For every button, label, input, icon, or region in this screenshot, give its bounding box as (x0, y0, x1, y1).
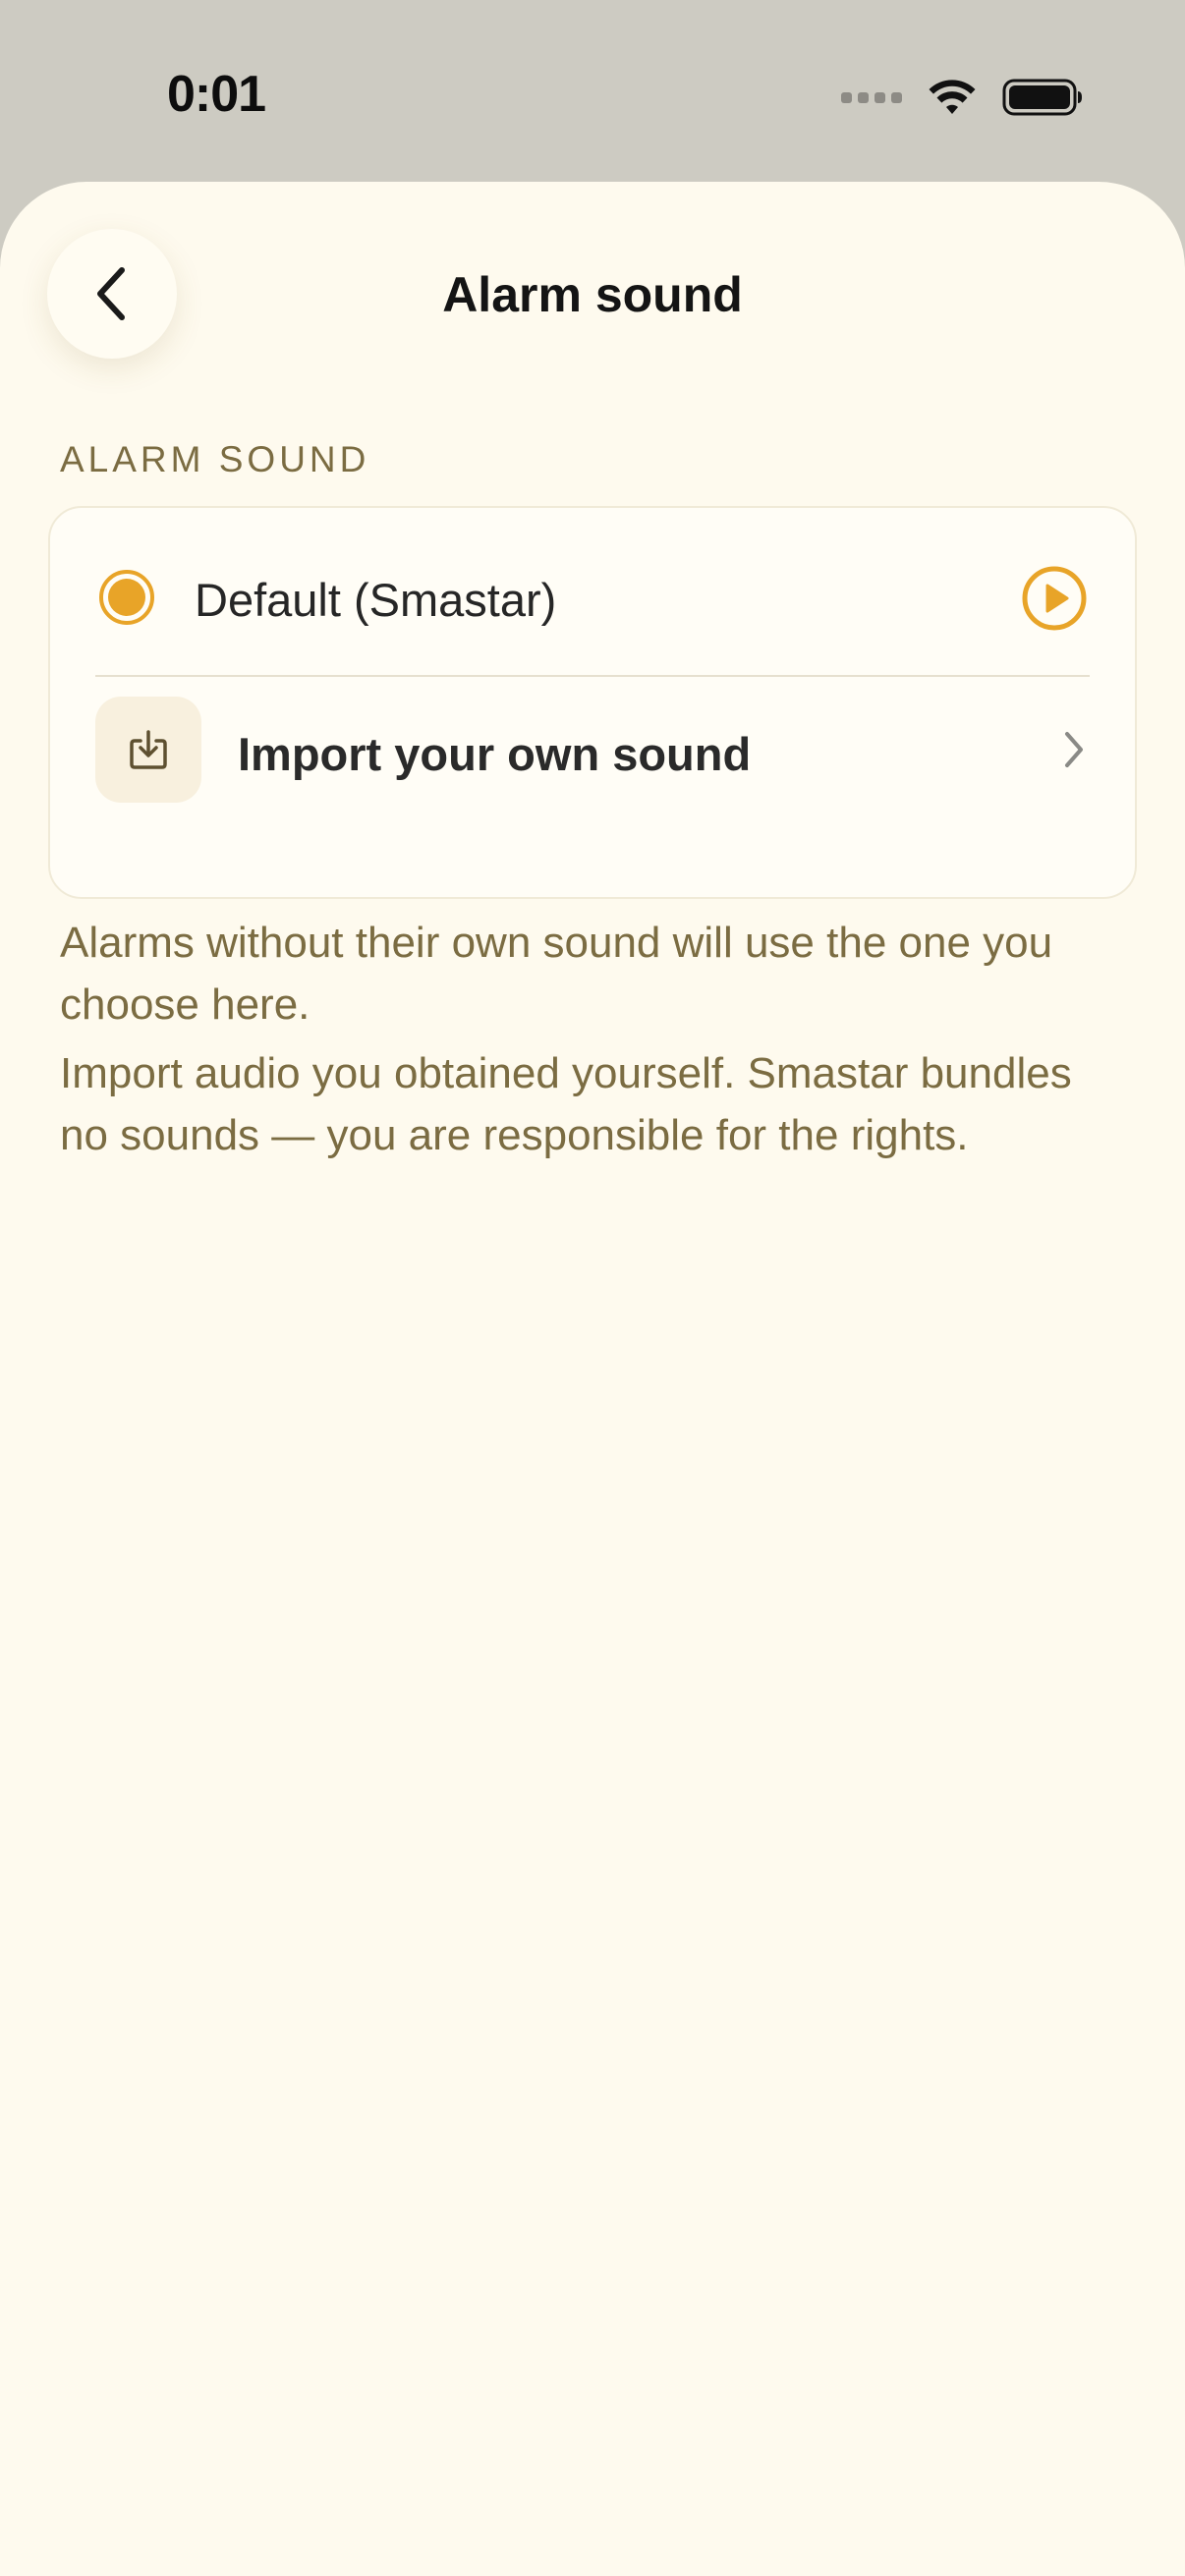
rights-footnote: Import audio you obtained yourself. Smas… (60, 1049, 1072, 1159)
default-sound-option[interactable]: Default (Smastar) (50, 508, 1135, 677)
import-sound-label: Import your own sound (238, 728, 752, 780)
import-download-icon (130, 730, 167, 769)
default-sound-label: Default (Smastar) (195, 574, 557, 626)
wifi-icon (929, 80, 976, 114)
import-sound-row[interactable]: Import your own sound (50, 679, 1135, 846)
play-preview-button[interactable] (1021, 565, 1088, 632)
row-divider (95, 675, 1090, 677)
play-circle-icon (1022, 566, 1087, 631)
sound-options-card: Default (Smastar) Import your own sound (48, 506, 1137, 899)
chevron-right-icon (1054, 730, 1094, 769)
radio-selected-icon[interactable] (99, 570, 154, 625)
battery-icon (1002, 79, 1082, 116)
status-icons (841, 73, 1083, 122)
fallback-footnote: Alarms without their own sound will use … (60, 919, 1053, 1029)
status-bar: 0:01 (0, 0, 1185, 187)
section-header: ALARM SOUND (60, 439, 370, 479)
signal-dots-icon (841, 91, 902, 103)
page-title: Alarm sound (442, 267, 743, 322)
alarm-sound-sheet: Alarm sound ALARM SOUND Default (Smastar… (0, 182, 1185, 2576)
import-icon-box (95, 697, 201, 803)
status-time: 0:01 (167, 66, 266, 123)
